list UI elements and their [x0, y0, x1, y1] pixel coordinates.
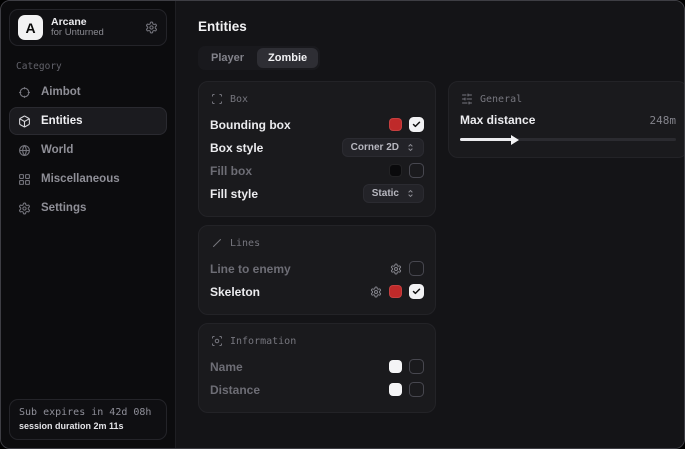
box-style-dropdown[interactable]: Corner 2D: [342, 138, 424, 157]
fill-box-checkbox[interactable]: [409, 163, 424, 178]
check-icon: [412, 120, 421, 129]
setting-row: Box style Corner 2D: [210, 136, 424, 159]
sidebar-item-label: Settings: [41, 202, 86, 214]
sidebar-item-label: World: [41, 144, 73, 156]
row-label: Bounding box: [210, 118, 291, 132]
check-icon: [412, 287, 421, 296]
globe-icon: [18, 144, 31, 157]
fill-style-dropdown[interactable]: Static: [363, 184, 424, 203]
setting-row: Distance: [210, 378, 424, 401]
row-label: Distance: [210, 383, 260, 397]
card-title: Box: [230, 94, 248, 105]
grid-icon: [18, 173, 31, 186]
card-title: General: [480, 94, 522, 105]
row-label: Fill style: [210, 187, 258, 201]
cube-icon: [18, 115, 31, 128]
slider-thumb[interactable]: [511, 135, 519, 145]
scan-eye-icon: [211, 335, 223, 347]
tab-zombie[interactable]: Zombie: [257, 48, 318, 68]
card-title: Information: [230, 336, 296, 347]
diagonal-line-icon: [211, 237, 223, 249]
app-logo: A: [18, 15, 43, 40]
slider-label: Max distance: [460, 113, 535, 127]
sub-expires-text: Sub expires in 42d 08h: [19, 407, 157, 418]
session-duration-text: session duration 2m 11s: [19, 421, 157, 431]
slider-value: 248m: [650, 114, 677, 127]
name-checkbox[interactable]: [409, 359, 424, 374]
chevrons-up-down-icon: [406, 189, 415, 198]
setting-row: Fill style Static: [210, 182, 424, 205]
sync-gear-icon[interactable]: [145, 21, 158, 34]
setting-row: Bounding box: [210, 113, 424, 136]
name-color-swatch[interactable]: [389, 360, 402, 373]
category-label: Category: [16, 61, 160, 72]
page-title: Entities: [198, 19, 685, 34]
information-card: Information Name Distance: [198, 323, 436, 413]
scan-corners-icon: [211, 93, 223, 105]
slider-fill: [460, 138, 514, 141]
line-to-enemy-checkbox[interactable]: [409, 261, 424, 276]
chevrons-up-down-icon: [406, 143, 415, 152]
skeleton-settings-icon[interactable]: [370, 286, 382, 298]
row-label: Line to enemy: [210, 262, 291, 276]
sidebar-item-label: Aimbot: [41, 86, 81, 98]
main-content: Entities Player Zombie Box Bounding box: [176, 1, 685, 448]
row-label: Skeleton: [210, 285, 260, 299]
sidebar-item-entities[interactable]: Entities: [9, 107, 167, 135]
row-label: Fill box: [210, 164, 252, 178]
line-to-enemy-settings-icon[interactable]: [390, 263, 402, 275]
row-label: Name: [210, 360, 243, 374]
subscription-info: Sub expires in 42d 08h session duration …: [9, 399, 167, 440]
tab-player[interactable]: Player: [200, 48, 255, 68]
setting-row: Line to enemy: [210, 257, 424, 280]
entity-tabs: Player Zombie: [198, 46, 320, 70]
skeleton-color-swatch[interactable]: [389, 285, 402, 298]
crosshair-icon: [18, 86, 31, 99]
bounding-box-color-swatch[interactable]: [389, 118, 402, 131]
max-distance-slider[interactable]: [460, 133, 676, 146]
sidebar-item-miscellaneous[interactable]: Miscellaneous: [9, 165, 167, 193]
general-card: General Max distance 248m: [448, 81, 685, 158]
setting-row: Fill box: [210, 159, 424, 182]
sidebar-item-aimbot[interactable]: Aimbot: [9, 78, 167, 106]
sidebar-nav: Aimbot Entities World Miscellaneous: [9, 78, 167, 222]
skeleton-checkbox[interactable]: [409, 284, 424, 299]
distance-color-swatch[interactable]: [389, 383, 402, 396]
distance-checkbox[interactable]: [409, 382, 424, 397]
sidebar-item-world[interactable]: World: [9, 136, 167, 164]
sidebar-item-label: Entities: [41, 115, 83, 127]
dropdown-value: Static: [372, 188, 399, 199]
bounding-box-checkbox[interactable]: [409, 117, 424, 132]
sidebar: A Arcane for Unturned Category Aimbot: [1, 1, 176, 448]
box-card: Box Bounding box Box style: [198, 81, 436, 217]
gear-icon: [18, 202, 31, 215]
setting-row: Name: [210, 355, 424, 378]
app-subtitle: for Unturned: [51, 28, 104, 39]
row-label: Box style: [210, 141, 263, 155]
setting-row: Skeleton: [210, 280, 424, 303]
sidebar-item-settings[interactable]: Settings: [9, 194, 167, 222]
dropdown-value: Corner 2D: [351, 142, 399, 153]
app-window: A Arcane for Unturned Category Aimbot: [0, 0, 685, 449]
card-title: Lines: [230, 238, 260, 249]
fill-box-color-swatch[interactable]: [389, 164, 402, 177]
sidebar-item-label: Miscellaneous: [41, 173, 120, 185]
lines-card: Lines Line to enemy: [198, 225, 436, 315]
sliders-icon: [461, 93, 473, 105]
brand-card: A Arcane for Unturned: [9, 9, 167, 46]
